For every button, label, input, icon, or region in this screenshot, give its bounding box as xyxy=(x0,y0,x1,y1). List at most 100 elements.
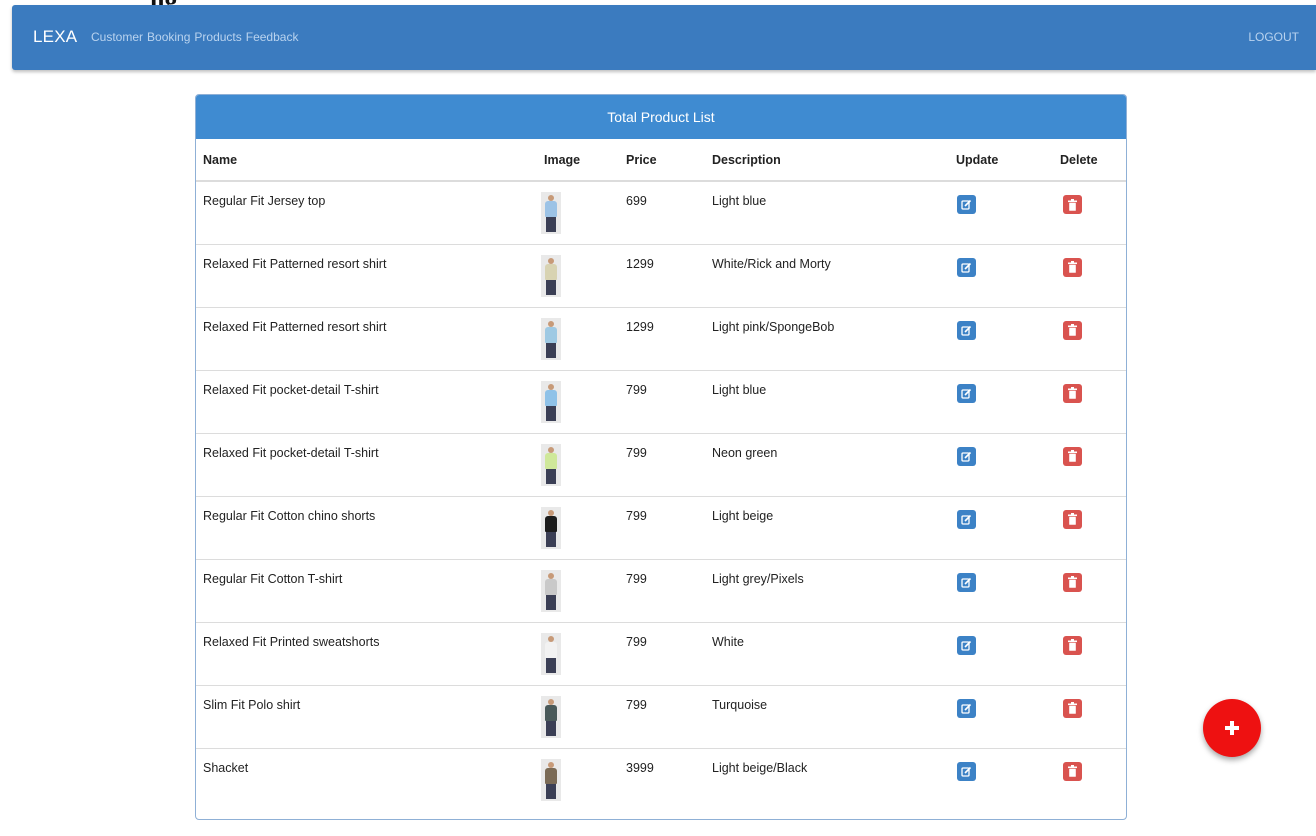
product-description: Turquoise xyxy=(705,684,949,748)
product-table: Name Image Price Description Update Dele… xyxy=(196,139,1126,811)
product-description: Light grey/Pixels xyxy=(705,558,949,622)
product-price: 799 xyxy=(619,369,705,433)
nav-links: Customer Booking Products Feedback xyxy=(91,30,298,44)
table-header-row: Name Image Price Description Update Dele… xyxy=(196,139,1126,182)
delete-button[interactable] xyxy=(1063,320,1082,340)
product-image-cell xyxy=(537,369,619,433)
update-cell xyxy=(949,684,1053,748)
product-image-cell xyxy=(537,558,619,622)
product-description: Light beige/Black xyxy=(705,747,949,811)
top-navbar: LEXA Customer Booking Products Feedback … xyxy=(12,5,1316,70)
panel-title: Total Product List xyxy=(196,95,1126,139)
trash-icon xyxy=(1068,639,1077,651)
delete-cell xyxy=(1053,747,1126,811)
trash-icon xyxy=(1068,576,1077,588)
nav-link-products[interactable]: Products xyxy=(194,30,241,44)
update-button[interactable] xyxy=(957,383,976,403)
product-price: 1299 xyxy=(619,306,705,370)
product-thumbnail xyxy=(541,317,561,360)
nav-link-booking[interactable]: Booking xyxy=(147,30,190,44)
update-button[interactable] xyxy=(957,257,976,277)
update-button[interactable] xyxy=(957,509,976,529)
update-button[interactable] xyxy=(957,761,976,781)
trash-icon xyxy=(1068,261,1077,273)
column-header-name: Name xyxy=(196,139,537,182)
table-row: Shacket 3999 Light beige/Black xyxy=(196,747,1126,811)
nav-link-feedback[interactable]: Feedback xyxy=(246,30,299,44)
plus-icon xyxy=(1225,721,1239,735)
product-thumbnail xyxy=(541,569,561,612)
brand-logo[interactable]: LEXA xyxy=(33,27,77,47)
trash-icon xyxy=(1068,702,1077,714)
product-thumbnail xyxy=(541,506,561,549)
delete-button[interactable] xyxy=(1063,572,1082,592)
edit-icon xyxy=(961,262,972,273)
product-description: Light pink/SpongeBob xyxy=(705,306,949,370)
product-image-cell xyxy=(537,684,619,748)
update-cell xyxy=(949,306,1053,370)
product-price: 799 xyxy=(619,684,705,748)
product-image-cell xyxy=(537,306,619,370)
table-row: Relaxed Fit Patterned resort shirt 1299 Wh… xyxy=(196,243,1126,307)
update-button[interactable] xyxy=(957,195,976,214)
product-description: Light blue xyxy=(712,194,767,208)
product-name: Regular Fit Cotton chino shorts xyxy=(196,495,537,559)
edit-icon xyxy=(961,325,972,336)
delete-button[interactable] xyxy=(1063,635,1082,655)
product-name: Relaxed Fit Patterned resort shirt xyxy=(196,306,537,370)
update-button[interactable] xyxy=(957,698,976,718)
table-row: Slim Fit Polo shirt 799 Turquoise xyxy=(196,684,1126,748)
column-header-description: Description xyxy=(705,139,949,182)
delete-button[interactable] xyxy=(1063,761,1082,781)
product-description: White xyxy=(705,621,949,685)
product-price: 699 xyxy=(626,194,647,208)
logout-link[interactable]: LOGOUT xyxy=(1248,30,1299,44)
update-cell xyxy=(949,181,1053,244)
update-button[interactable] xyxy=(957,572,976,592)
table-row: Relaxed Fit Patterned resort shirt 1299 Li… xyxy=(196,306,1126,370)
edit-icon xyxy=(961,766,972,777)
product-thumbnail xyxy=(541,380,561,423)
product-image-cell xyxy=(537,747,619,811)
product-image-cell xyxy=(537,621,619,685)
delete-cell xyxy=(1053,558,1126,622)
delete-button[interactable] xyxy=(1063,446,1082,466)
product-thumbnail xyxy=(541,695,561,738)
product-price: 3999 xyxy=(619,747,705,811)
product-name: Relaxed Fit Printed sweatshorts xyxy=(196,621,537,685)
trash-icon xyxy=(1068,387,1077,399)
column-header-price: Price xyxy=(619,139,705,182)
nav-link-customer[interactable]: Customer xyxy=(91,30,143,44)
add-product-button[interactable] xyxy=(1203,699,1261,757)
trash-icon xyxy=(1068,765,1077,777)
update-cell xyxy=(949,432,1053,496)
product-price: 799 xyxy=(619,558,705,622)
product-thumbnail xyxy=(541,443,561,486)
product-description: Light blue xyxy=(705,369,949,433)
delete-button[interactable] xyxy=(1063,383,1082,403)
edit-icon xyxy=(961,388,972,399)
delete-button[interactable] xyxy=(1063,698,1082,718)
product-name: Relaxed Fit pocket-detail T-shirt xyxy=(196,369,537,433)
delete-button[interactable] xyxy=(1063,195,1082,214)
delete-cell xyxy=(1053,306,1126,370)
delete-button[interactable] xyxy=(1063,257,1082,277)
product-image-cell xyxy=(537,181,619,244)
table-row: Regular Fit Jersey top 699 Light blue xyxy=(196,181,1126,244)
table-row: Relaxed Fit Printed sweatshorts 799 White xyxy=(196,621,1126,685)
product-thumbnail xyxy=(541,192,561,234)
product-name: Regular Fit Cotton T-shirt xyxy=(196,558,537,622)
update-button[interactable] xyxy=(957,635,976,655)
delete-cell xyxy=(1053,369,1126,433)
table-row: Relaxed Fit pocket-detail T-shirt 799 Ligh… xyxy=(196,369,1126,433)
product-name: Shacket xyxy=(196,747,537,811)
column-header-delete: Delete xyxy=(1053,139,1126,182)
product-price: 1299 xyxy=(619,243,705,307)
product-name: Relaxed Fit pocket-detail T-shirt xyxy=(196,432,537,496)
product-list-panel: Total Product List Name Image Price Desc… xyxy=(195,94,1127,820)
trash-icon xyxy=(1068,513,1077,525)
update-button[interactable] xyxy=(957,446,976,466)
delete-button[interactable] xyxy=(1063,509,1082,529)
update-button[interactable] xyxy=(957,320,976,340)
delete-cell xyxy=(1053,181,1126,244)
